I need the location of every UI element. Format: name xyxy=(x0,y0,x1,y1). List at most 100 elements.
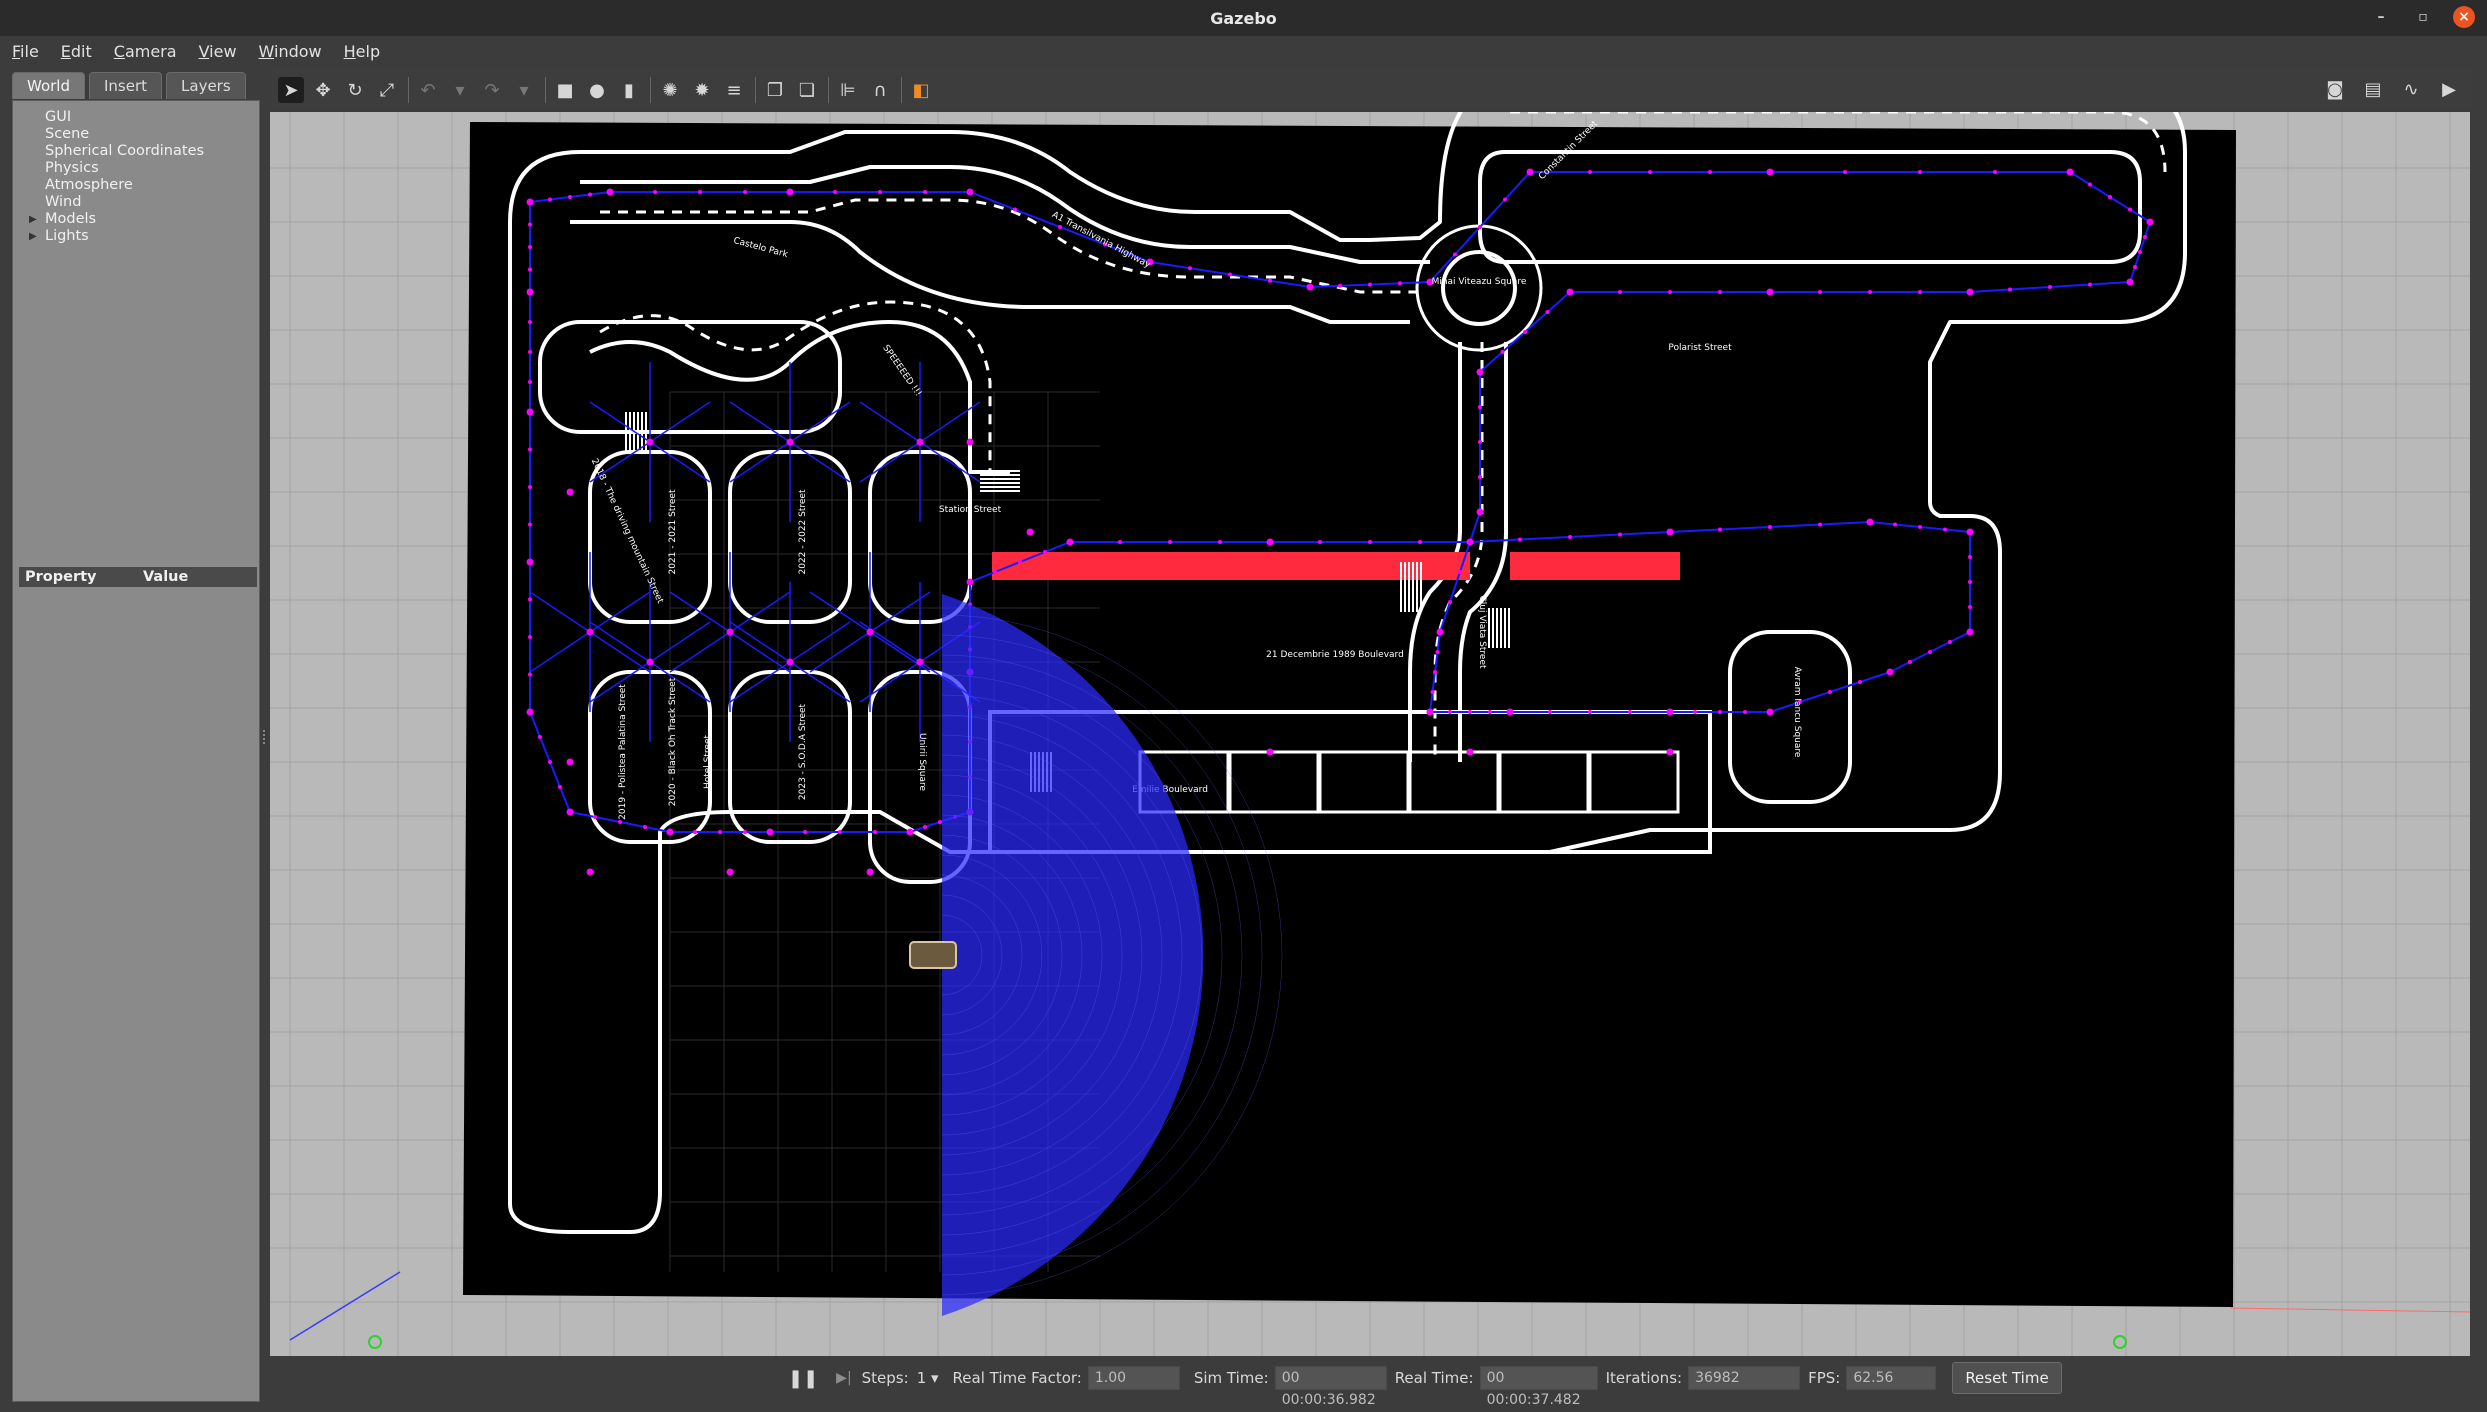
graph-node xyxy=(1448,600,1452,604)
graph-node xyxy=(588,192,592,197)
graph-node xyxy=(803,830,807,834)
tree-item-wind[interactable]: Wind xyxy=(27,194,204,211)
graph-node xyxy=(1628,710,1632,714)
tab-layers[interactable]: Layers xyxy=(166,72,246,99)
menu-view[interactable]: View xyxy=(199,42,237,61)
tree-item-scene[interactable]: Scene xyxy=(27,126,204,143)
graph-node xyxy=(726,628,734,636)
tree-item-spherical-coordinates[interactable]: Spherical Coordinates xyxy=(27,143,204,160)
graph-node xyxy=(566,758,574,766)
graph-node xyxy=(1843,170,1847,174)
menu-window[interactable]: Window xyxy=(259,42,322,61)
tree-item-label: Spherical Coordinates xyxy=(45,143,205,159)
graph-node xyxy=(528,222,532,227)
step-icon[interactable]: ▶| xyxy=(836,1370,851,1386)
snap-icon[interactable]: ∩ xyxy=(867,77,893,103)
tab-insert[interactable]: Insert xyxy=(89,72,163,99)
copy-icon[interactable]: ❐ xyxy=(762,77,788,103)
translate-icon[interactable]: ✥ xyxy=(310,77,336,103)
graph-node xyxy=(1503,197,1507,202)
scene-render[interactable]: A1 Transilvania HighwayCastelo ParkConst… xyxy=(270,112,2470,1356)
directional-light-icon[interactable]: ≡ xyxy=(721,77,747,103)
maximize-button[interactable]: ▫ xyxy=(2411,9,2435,25)
panel-splitter-handle[interactable] xyxy=(263,730,269,744)
tree-item-physics[interactable]: Physics xyxy=(27,160,204,177)
graph-node xyxy=(1858,680,1862,684)
crosswalk-stripe xyxy=(1500,608,1502,648)
tree-item-label: Wind xyxy=(45,194,82,210)
graph-node xyxy=(1433,670,1437,674)
graph-node xyxy=(1476,508,1484,516)
iterations-label: Iterations: xyxy=(1605,1369,1683,1387)
change-view-icon[interactable]: ◧ xyxy=(908,77,934,103)
graph-node xyxy=(693,830,697,834)
graph-node xyxy=(1268,278,1272,283)
graph-node xyxy=(1718,290,1722,294)
graph-node xyxy=(1453,252,1457,257)
reset-time-button[interactable]: Reset Time xyxy=(1952,1362,2062,1394)
plot-icon[interactable]: ∿ xyxy=(2398,76,2424,102)
tree-item-gui[interactable]: GUI xyxy=(27,109,204,126)
window-controls: – ▫ × xyxy=(2369,6,2475,28)
graph-node xyxy=(1066,538,1074,546)
redo-dropdown-icon[interactable]: ▾ xyxy=(511,77,537,103)
close-button[interactable]: × xyxy=(2453,6,2475,28)
select-icon[interactable]: ➤ xyxy=(278,77,304,103)
graph-node xyxy=(1448,710,1452,714)
undo-dropdown-icon[interactable]: ▾ xyxy=(447,77,473,103)
graph-node xyxy=(528,485,532,489)
cylinder-shape-icon[interactable]: ▮ xyxy=(616,77,642,103)
light-marker-icon xyxy=(2113,1335,2127,1349)
spot-light-icon[interactable]: ✹ xyxy=(689,77,715,103)
graph-node xyxy=(1918,170,1922,174)
graph-node xyxy=(1968,580,1972,584)
graph-node xyxy=(1968,605,1972,609)
graph-node xyxy=(1478,440,1482,444)
graph-node xyxy=(1918,290,1922,294)
sphere-shape-icon[interactable]: ● xyxy=(584,77,610,103)
steps-spinbox[interactable]: 1 ▾ xyxy=(917,1369,939,1387)
graph-node xyxy=(1766,708,1774,716)
menu-file[interactable]: File xyxy=(12,42,39,61)
menu-edit[interactable]: Edit xyxy=(61,42,92,61)
pause-icon[interactable]: ❚❚ xyxy=(788,1368,818,1389)
expand-arrow-icon[interactable]: ▶ xyxy=(29,211,37,228)
graph-node xyxy=(1500,350,1505,354)
graph-node xyxy=(538,735,542,739)
graph-node xyxy=(1693,710,1697,714)
scale-icon[interactable]: ⤢ xyxy=(374,77,400,103)
tree-item-lights[interactable]: ▶ Lights xyxy=(27,228,204,245)
screenshot-icon[interactable]: ◙ xyxy=(2322,76,2348,102)
tree-item-models[interactable]: ▶ Models xyxy=(27,211,204,228)
minimize-button[interactable]: – xyxy=(2369,9,2393,25)
graph-node xyxy=(1426,708,1434,716)
crosswalk-stripe xyxy=(1412,562,1414,612)
menu-help[interactable]: Help xyxy=(344,42,380,61)
paste-icon[interactable]: ❏ xyxy=(794,77,820,103)
graph-node xyxy=(1306,283,1314,291)
tree-item-atmosphere[interactable]: Atmosphere xyxy=(27,177,204,194)
graph-node xyxy=(1338,283,1342,288)
crosswalk-stripe xyxy=(629,412,631,452)
tree-item-label: Models xyxy=(45,211,97,227)
graph-node xyxy=(646,658,654,666)
undo-icon[interactable]: ↶ xyxy=(415,77,441,103)
point-light-icon[interactable]: ✺ xyxy=(657,77,683,103)
graph-node xyxy=(1943,527,1947,532)
box-shape-icon[interactable]: ■ xyxy=(552,77,578,103)
expand-arrow-icon[interactable]: ▶ xyxy=(29,228,37,245)
graph-node xyxy=(966,188,974,196)
graph-node xyxy=(1468,540,1472,544)
video-icon[interactable]: ▶ xyxy=(2436,76,2462,102)
scene-viewport[interactable]: A1 Transilvania Highway Castelo Park Const… xyxy=(270,112,2470,1356)
tab-world[interactable]: World xyxy=(12,72,85,99)
align-icon[interactable]: ⊫ xyxy=(835,77,861,103)
graph-node xyxy=(1118,540,1122,544)
log-icon[interactable]: ▤ xyxy=(2360,76,2386,102)
graph-node xyxy=(2088,182,2092,187)
graph-node xyxy=(528,635,532,639)
menu-camera[interactable]: Camera xyxy=(114,42,177,61)
redo-icon[interactable]: ↷ xyxy=(479,77,505,103)
graph-node xyxy=(1435,650,1440,654)
rotate-icon[interactable]: ↻ xyxy=(342,77,368,103)
